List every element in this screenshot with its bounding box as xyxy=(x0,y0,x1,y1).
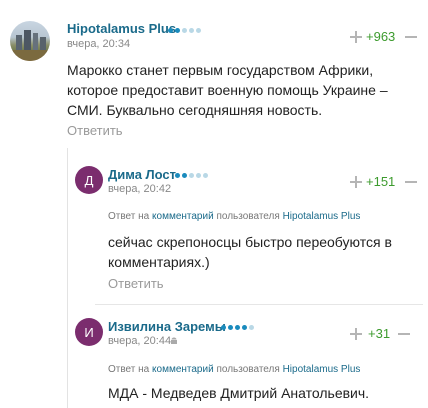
parent-user-link[interactable]: Hipotalamus Plus xyxy=(283,364,361,375)
rank-dot xyxy=(235,325,240,330)
comment-text: сейчас скрепоносцы быстро переобуются в … xyxy=(108,234,392,270)
rank-dot xyxy=(228,325,233,330)
comment-username[interactable]: Дима Лост xyxy=(108,167,176,182)
reply-to-line: Ответ на комментарий пользователя Hipota… xyxy=(108,364,360,375)
minus-icon[interactable] xyxy=(398,328,410,340)
reply-to-middle: пользователя xyxy=(216,364,280,375)
rank-dot xyxy=(249,325,254,330)
comment-username[interactable]: Извилина Заремы xyxy=(108,319,226,334)
reply-button[interactable]: Ответить xyxy=(67,123,123,138)
parent-user-link[interactable]: Hipotalamus Plus xyxy=(283,211,361,222)
comment-text: Марокко станет первым государством Африк… xyxy=(67,62,388,118)
rank-dot xyxy=(203,173,208,178)
rank-dot xyxy=(168,28,173,33)
rank-indicator xyxy=(221,325,254,330)
plus-icon[interactable] xyxy=(350,176,362,188)
reply-to-prefix: Ответ на xyxy=(108,211,150,222)
rank-indicator xyxy=(175,173,208,178)
comment-date: вчера, 20:34 xyxy=(67,38,131,50)
plus-icon[interactable] xyxy=(350,31,362,43)
parent-comment-link[interactable]: комментарий xyxy=(152,211,214,222)
comment-rating: +963 xyxy=(366,29,396,44)
rank-dot xyxy=(182,28,187,33)
reply-to-middle: пользователя xyxy=(216,211,280,222)
avatar[interactable]: Д xyxy=(75,166,103,194)
avatar[interactable]: И xyxy=(75,318,103,346)
rank-dot xyxy=(175,28,180,33)
comment-date: вчера, 20:44 xyxy=(108,335,172,347)
reply-to-prefix: Ответ на xyxy=(108,364,150,375)
avatar[interactable] xyxy=(10,21,50,61)
rank-dot xyxy=(242,325,247,330)
plus-icon[interactable] xyxy=(350,328,362,340)
comment-rating: +151 xyxy=(366,174,396,189)
rank-dot xyxy=(196,173,201,178)
comment-text: МДА - Медведев Дмитрий Анатольевич. xyxy=(108,385,370,401)
rank-dot xyxy=(175,173,180,178)
rank-dot xyxy=(189,173,194,178)
rank-dot xyxy=(196,28,201,33)
rank-dot xyxy=(182,173,187,178)
thread-line xyxy=(67,148,68,408)
parent-comment-link[interactable]: комментарий xyxy=(152,364,214,375)
rank-indicator xyxy=(168,28,201,33)
android-icon xyxy=(171,337,177,344)
rank-dot xyxy=(221,325,226,330)
comment-divider xyxy=(95,304,423,305)
comment-date: вчера, 20:42 xyxy=(108,183,172,195)
reply-to-line: Ответ на комментарий пользователя Hipota… xyxy=(108,211,360,222)
comment-username[interactable]: Hipotalamus Plus xyxy=(67,21,176,36)
minus-icon[interactable] xyxy=(405,176,417,188)
rank-dot xyxy=(189,28,194,33)
comment-rating: +31 xyxy=(368,326,391,341)
reply-button[interactable]: Ответить xyxy=(108,276,164,291)
minus-icon[interactable] xyxy=(405,31,417,43)
